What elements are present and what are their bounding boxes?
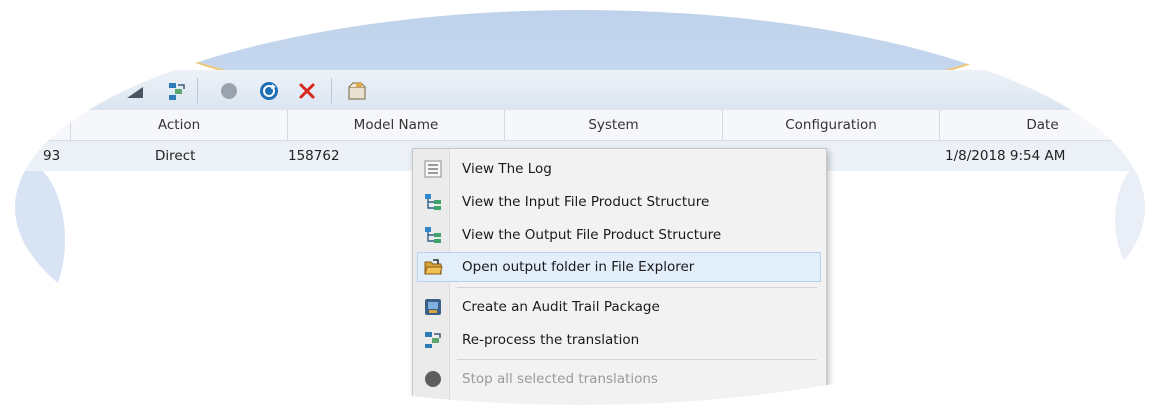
column-header-date[interactable]: Date — [940, 110, 1145, 140]
package-icon[interactable] — [345, 79, 369, 103]
menu-item-view-log[interactable]: View The Log — [417, 154, 821, 184]
audit-package-icon — [422, 296, 444, 318]
reprocess-icon — [422, 329, 444, 351]
menu-item-label: View the Input File Product Structure — [462, 194, 710, 210]
menu-separator — [457, 287, 817, 288]
column-header-row: Action Model Name System Configuration D… — [15, 110, 1145, 141]
toolbar-separator — [197, 78, 198, 104]
menu-item-open-output-folder[interactable]: Open output folder in File Explorer — [417, 252, 821, 282]
refresh-icon[interactable] — [257, 79, 281, 103]
structure-icon — [422, 224, 444, 246]
menu-item-reprocess-translation[interactable]: Re-process the translation — [417, 325, 821, 355]
toolbar-separator — [331, 78, 332, 104]
cell-action: Direct — [155, 148, 196, 164]
menu-item-stop-translations[interactable]: Stop all selected translations — [417, 364, 821, 394]
toolbar — [15, 70, 1145, 111]
menu-item-label: Stop all selected translations — [462, 371, 658, 387]
cell-date: 1/8/2018 9:54 AM — [945, 148, 1066, 164]
lens-edge — [15, 160, 65, 320]
menu-item-label: View The Log — [462, 161, 552, 177]
menu-item-view-output-structure[interactable]: View the Output File Product Structure — [417, 220, 821, 250]
reprocess-icon[interactable] — [165, 79, 189, 103]
menu-item-label: Re-process the translation — [462, 332, 640, 348]
menu-item-label: Open output folder in File Explorer — [462, 259, 695, 275]
stop-icon — [422, 368, 444, 390]
column-header-configuration[interactable]: Configuration — [723, 110, 940, 140]
structure-icon — [422, 191, 444, 213]
folder-icon — [422, 256, 444, 278]
partial-icon[interactable] — [123, 79, 147, 103]
cell-id: 93 — [43, 148, 61, 164]
menu-item-label: Create an Audit Trail Package — [462, 299, 660, 315]
column-header-id[interactable] — [15, 110, 71, 140]
menu-item-view-input-structure[interactable]: View the Input File Product Structure — [417, 187, 821, 217]
cell-model-name: 158762 — [288, 148, 340, 164]
column-header-model-name[interactable]: Model Name — [288, 110, 505, 140]
lens-edge — [1115, 160, 1145, 280]
magnifier-lens: Action Model Name System Configuration D… — [15, 10, 1145, 405]
menu-separator — [457, 359, 817, 360]
context-menu: View The Log View the Input File Product… — [412, 148, 827, 405]
log-icon — [422, 158, 444, 180]
stop-icon[interactable] — [217, 79, 241, 103]
delete-icon[interactable] — [295, 79, 319, 103]
menu-item-label: View the Output File Product Structure — [462, 227, 722, 243]
menu-item-create-audit-package[interactable]: Create an Audit Trail Package — [417, 292, 821, 322]
column-header-system[interactable]: System — [505, 110, 723, 140]
column-header-action[interactable]: Action — [71, 110, 288, 140]
